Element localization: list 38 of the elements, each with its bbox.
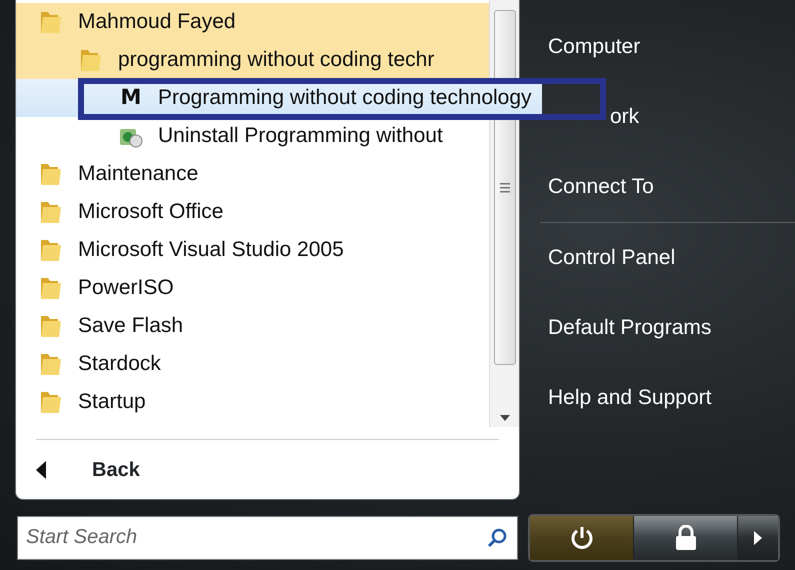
folder-icon — [38, 275, 64, 301]
power-button[interactable] — [530, 516, 634, 560]
menu-link[interactable]: ork — [610, 101, 640, 133]
program-item[interactable]: Mahmoud Fayed — [16, 3, 489, 41]
program-item[interactable]: Save Flash — [16, 307, 489, 345]
arrow-icon — [754, 530, 762, 544]
folder-icon — [38, 351, 64, 377]
lock-icon — [674, 524, 698, 550]
folder-icon — [78, 47, 104, 73]
back-link[interactable]: Back — [92, 454, 140, 485]
search-icon[interactable] — [486, 526, 508, 548]
folder-icon — [38, 313, 64, 339]
folder-icon — [38, 9, 64, 35]
menu-link[interactable]: Computer — [548, 31, 640, 63]
program-item[interactable]: Startup — [16, 383, 489, 421]
folder-icon — [38, 389, 64, 415]
lock-button[interactable] — [634, 516, 738, 560]
program-item[interactable]: Maintenance — [16, 155, 489, 193]
program-item[interactable]: Microsoft Visual Studio 2005 — [16, 231, 489, 269]
folder-icon — [38, 199, 64, 225]
program-item[interactable]: Uninstall Programming without — [16, 117, 489, 155]
menu-link[interactable]: Control Panel — [548, 242, 676, 274]
grip-icon — [500, 182, 510, 194]
program-item[interactable]: Stardock — [16, 345, 489, 383]
program-item[interactable]: programming without coding techr — [16, 41, 489, 79]
program-item[interactable]: PowerISO — [16, 269, 489, 307]
search-field[interactable]: Start Search — [17, 516, 518, 560]
menu-link[interactable]: Help and Support — [548, 382, 712, 414]
app-icon: M — [118, 82, 144, 114]
program-item[interactable]: Microsoft Office — [16, 193, 489, 231]
back-arrow-icon[interactable] — [36, 460, 46, 479]
folder-icon — [38, 161, 64, 187]
menu-link[interactable]: Default Programs — [548, 312, 712, 344]
menu-link[interactable]: Connect To — [548, 171, 654, 203]
folder-icon — [38, 237, 64, 263]
options-button[interactable] — [738, 516, 778, 560]
power-icon — [568, 524, 594, 550]
scroll-down-icon[interactable] — [500, 415, 510, 422]
